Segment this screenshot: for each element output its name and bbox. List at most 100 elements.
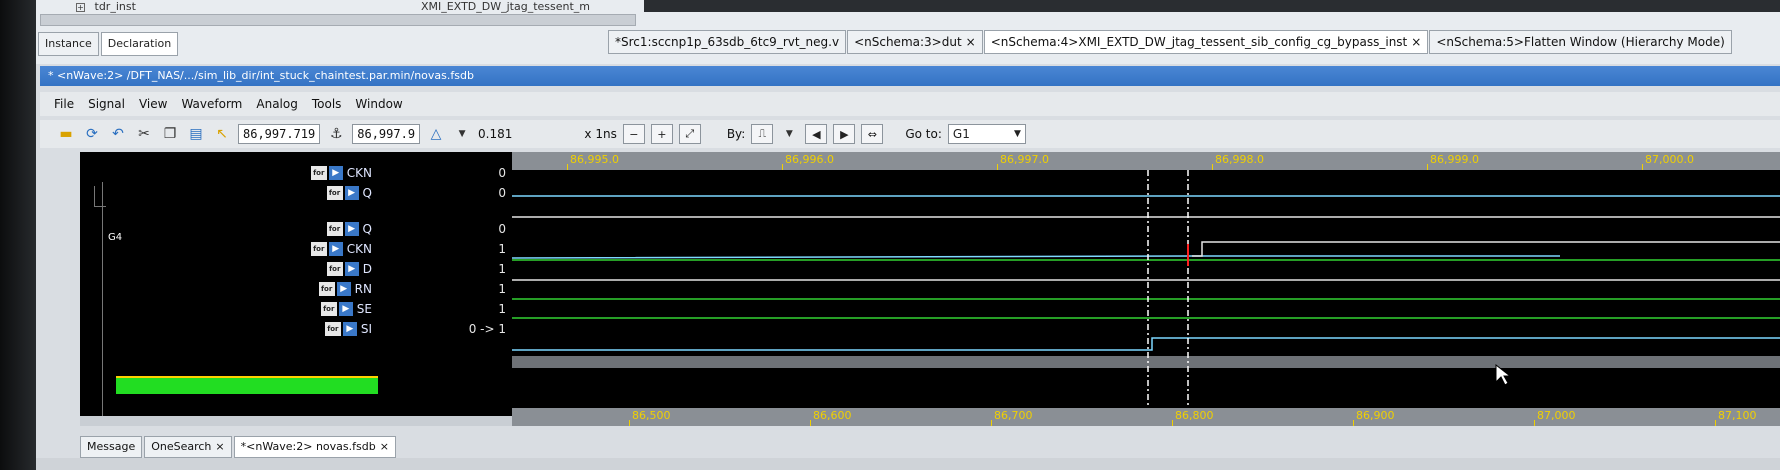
signal-type-icon: for [324, 322, 341, 336]
signal-row[interactable]: for ▶ Q [326, 184, 372, 202]
tree-item-label: tdr_inst [94, 0, 136, 13]
search-by-icon[interactable]: ⎍ [751, 124, 774, 144]
select-arrow-icon: ▼ [1013, 129, 1021, 139]
signal-name: CKN [346, 242, 372, 256]
menu-view[interactable]: View [139, 97, 167, 111]
menu-file[interactable]: File [54, 97, 74, 111]
cursor-time-field[interactable]: 86,997.719 [238, 124, 321, 144]
waveform-si[interactable] [512, 337, 1780, 351]
signal-direction-icon: ▶ [344, 186, 359, 200]
cursor-icon[interactable]: ↖ [212, 124, 232, 144]
menu-waveform[interactable]: Waveform [181, 97, 242, 111]
signal-value: 0 [498, 166, 506, 180]
search-both-button[interactable]: ⇔ [861, 124, 884, 144]
signal-direction-icon: ▶ [344, 222, 359, 236]
panel-tabs: Instance Declaration [38, 32, 180, 56]
waveform-q2-low[interactable] [512, 255, 1560, 259]
close-icon[interactable]: × [215, 440, 224, 453]
waveform-canvas[interactable] [512, 170, 1780, 408]
ruler-tick-label: 86,700 [994, 409, 1033, 422]
zoom-fit-button[interactable]: ⤢ [678, 124, 701, 144]
time-ruler-bottom[interactable]: 86,500 86,600 86,700 86,800 86,900 87,000 87,1… [512, 408, 1780, 426]
schema-tab[interactable]: <nSchema:5>Flatten Window (Hierarchy Mod… [1429, 30, 1732, 54]
panel-tab[interactable]: Declaration [100, 32, 179, 56]
menu-analog[interactable]: Analog [256, 97, 297, 111]
selected-signal-row[interactable] [116, 376, 378, 394]
signal-value: 0 -> 1 [468, 322, 506, 336]
close-icon[interactable]: × [380, 440, 389, 453]
waveform-q2[interactable] [1192, 241, 1780, 257]
menu-window[interactable]: Window [355, 97, 402, 111]
delta-icon[interactable]: △ [426, 124, 446, 144]
copy-icon[interactable]: ❐ [160, 124, 180, 144]
signal-name-pane: G4 for ▶ CKN for ▶ Qfor ▶ Qfor ▶ CKN for ▶ Dfor ▶ RN fo… [80, 152, 390, 426]
ruler-tick [1172, 420, 1173, 426]
schema-tab-label: *Src1:sccnp1p_63sdb_6tc9_rvt_neg.v [615, 35, 840, 49]
goto-select[interactable]: G1 ▼ [947, 124, 1026, 144]
close-icon[interactable]: × [1411, 35, 1421, 49]
signal-type-icon: for [310, 242, 327, 256]
tree-connector [94, 206, 106, 207]
tree-item-module: XMI_EXTD_DW_jtag_tessent_m [421, 0, 591, 13]
bottom-tab-label: OneSearch [151, 440, 212, 453]
ruler-tick-label: 87,100 [1718, 409, 1757, 422]
zoom-in-button[interactable]: + [650, 124, 673, 144]
signal-type-icon: for [326, 186, 343, 200]
bottom-tab[interactable]: Message [80, 436, 143, 458]
signal-row[interactable]: for ▶ RN [318, 280, 372, 298]
signal-value: 1 [498, 302, 506, 316]
signal-type-icon: for [320, 302, 337, 316]
signal-direction-icon: ▶ [336, 282, 351, 296]
tree-row[interactable]: + tdr_inst XMI_EXTD_DW_jtag_tessent_m [76, 0, 636, 14]
schema-tab-label: <nSchema:3>dut [854, 35, 962, 49]
reload-icon[interactable]: ⟳ [82, 124, 102, 144]
schematic-area [644, 0, 1780, 12]
open-folder-icon[interactable]: ▬ [56, 124, 76, 144]
signal-name: SI [360, 322, 372, 336]
undo-icon[interactable]: ↶ [108, 124, 128, 144]
delta-value: 0.181 [478, 127, 513, 141]
value-pane-hscroll[interactable] [380, 416, 512, 426]
bottom-tab[interactable]: *<nWave:2> novas.fsdb × [233, 436, 396, 458]
signal-type-icon: for [326, 262, 343, 276]
goto-label: Go to: [905, 127, 942, 141]
search-backward-button[interactable]: ◀ [805, 124, 828, 144]
waveform-pane[interactable]: 86,995.0 86,996.0 86,997.0 86,998.0 86,999.0… [512, 152, 1780, 426]
toolbar: ▬ ⟳ ↶ ✂ ❐ ▤ ↖ 86,997.719 ⚓ 86,997.9 △ ▼ … [40, 120, 1780, 148]
bottom-tab[interactable]: OneSearch × [144, 436, 232, 458]
name-pane-hscroll[interactable] [80, 416, 380, 426]
schema-tab[interactable]: *Src1:sccnp1p_63sdb_6tc9_rvt_neg.v [608, 30, 847, 54]
hierarchy-scrollbar[interactable] [40, 14, 636, 26]
signal-direction-icon: ▶ [328, 242, 343, 256]
panel-tab[interactable]: Instance [38, 32, 99, 56]
selected-row-band [512, 356, 1780, 368]
schema-tab[interactable]: <nSchema:4>XMI_EXTD_DW_jtag_tessent_sib_… [983, 30, 1429, 54]
signal-row[interactable]: for ▶ SI [324, 320, 372, 338]
cut-icon[interactable]: ✂ [134, 124, 154, 144]
menu-tools[interactable]: Tools [312, 97, 342, 111]
signal-row[interactable]: for ▶ CKN [310, 240, 372, 258]
marker-time-field[interactable]: 86,997.9 [352, 124, 421, 144]
paste-icon[interactable]: ▤ [186, 124, 206, 144]
search-by-dropdown-icon[interactable]: ▼ [779, 124, 799, 144]
by-label: By: [726, 127, 746, 141]
marker-icon[interactable]: ⚓ [326, 124, 346, 144]
time-ruler-top[interactable]: 86,995.0 86,996.0 86,997.0 86,998.0 86,999.0… [512, 152, 1780, 170]
signal-row[interactable]: for ▶ CKN [310, 164, 372, 182]
schema-tab[interactable]: <nSchema:3>dut × [847, 30, 983, 54]
expand-icon[interactable]: + [76, 3, 85, 12]
close-icon[interactable]: × [966, 35, 976, 49]
signal-name: D [362, 262, 372, 276]
dropdown-arrow-icon[interactable]: ▼ [452, 124, 472, 144]
signal-value: 1 [498, 242, 506, 256]
zoom-out-button[interactable]: − [622, 124, 645, 144]
signal-row[interactable]: for ▶ Q [326, 220, 372, 238]
window-title: * <nWave:2> /DFT_NAS/.../sim_lib_dir/int… [40, 66, 1780, 86]
menu-signal[interactable]: Signal [88, 97, 125, 111]
signal-row[interactable]: for ▶ SE [320, 300, 372, 318]
search-forward-button[interactable]: ▶ [833, 124, 856, 144]
signal-row[interactable]: for ▶ D [326, 260, 372, 278]
signal-direction-icon: ▶ [344, 262, 359, 276]
ruler-tick-label: 86,996.0 [785, 153, 834, 166]
group-label[interactable]: G4 [108, 232, 122, 243]
